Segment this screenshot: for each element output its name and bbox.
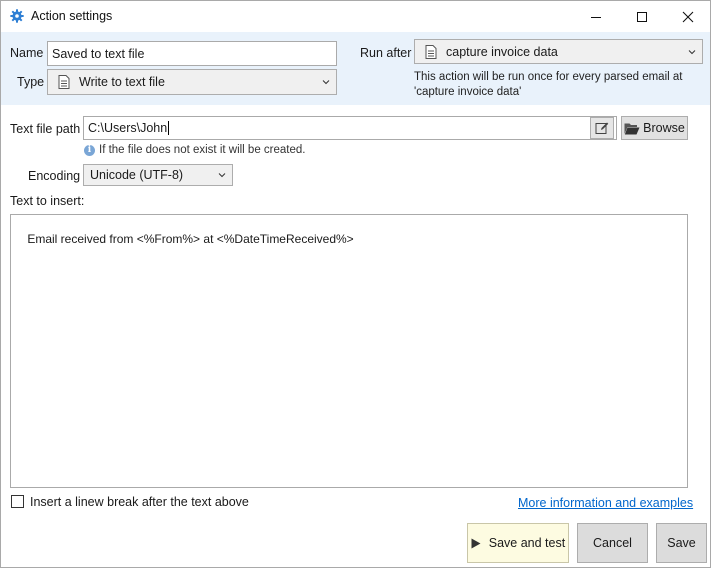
minimize-button[interactable] [573,1,619,32]
type-label: Type [17,75,45,89]
name-input-value: Saved to text file [52,46,145,61]
file-hint: i If the file does not exist it will be … [84,144,305,156]
chevron-down-icon [688,49,696,54]
text-file-path-label: Text file path [10,122,81,136]
text-to-insert-textarea[interactable]: Email received from <%From%> at <%DateTi… [10,214,688,488]
linebreak-checkbox-label: Insert a linew break after the text abov… [30,495,249,509]
encoding-select[interactable]: Unicode (UTF-8) [83,164,233,186]
chevron-down-icon [322,80,330,85]
close-icon [682,11,694,22]
run-after-note: This action will be run once for every p… [414,70,682,100]
browse-button-label: Browse [643,121,685,135]
run-after-label: Run after [360,46,412,60]
type-select-value: Write to text file [79,75,165,89]
text-to-insert-value: Email received from <%From%> at <%DateTi… [27,232,354,246]
encoding-label: Encoding [28,169,81,183]
cancel-button[interactable]: Cancel [577,523,648,563]
more-info-link[interactable]: More information and examples [518,496,693,510]
maximize-icon [637,11,647,22]
text-cursor [168,121,170,135]
action-settings-window: Action settings Name Saved to text file … [0,0,711,568]
save-button[interactable]: Save [656,523,707,563]
run-after-value: capture invoice data [446,44,558,59]
encoding-value: Unicode (UTF-8) [90,168,184,182]
edit-path-button[interactable] [590,117,614,139]
linebreak-checkbox[interactable] [11,495,24,508]
run-after-select[interactable]: capture invoice data [414,39,703,64]
info-icon: i [84,144,95,156]
text-file-path-input[interactable]: C:\Users\John [83,116,617,140]
text-file-path-value: C:\Users\John [88,121,168,135]
minimize-icon [591,16,601,18]
type-select[interactable]: Write to text file [47,69,337,95]
file-hint-text: If the file does not exist it will be cr… [99,144,306,156]
save-label: Save [667,536,696,550]
browse-button[interactable]: Browse [621,116,688,140]
gear-icon [10,9,24,23]
edit-icon [595,122,609,134]
close-button[interactable] [665,1,711,32]
chevron-down-icon [218,173,226,178]
folder-open-icon [624,123,640,134]
save-and-test-button[interactable]: Save and test [467,523,569,563]
document-icon [425,44,437,59]
window-title: Action settings [31,9,113,23]
name-input[interactable]: Saved to text file [47,41,337,66]
text-to-insert-label: Text to insert: [10,194,85,208]
play-icon [471,538,481,548]
maximize-button[interactable] [619,1,665,32]
cancel-label: Cancel [593,536,632,550]
save-and-test-label: Save and test [488,536,566,550]
document-icon [58,75,70,89]
run-after-note-line2: 'capture invoice data' [414,86,522,98]
title-bar: Action settings [1,1,710,32]
name-label: Name [10,46,44,60]
run-after-note-line1: This action will be run once for every p… [414,71,683,83]
